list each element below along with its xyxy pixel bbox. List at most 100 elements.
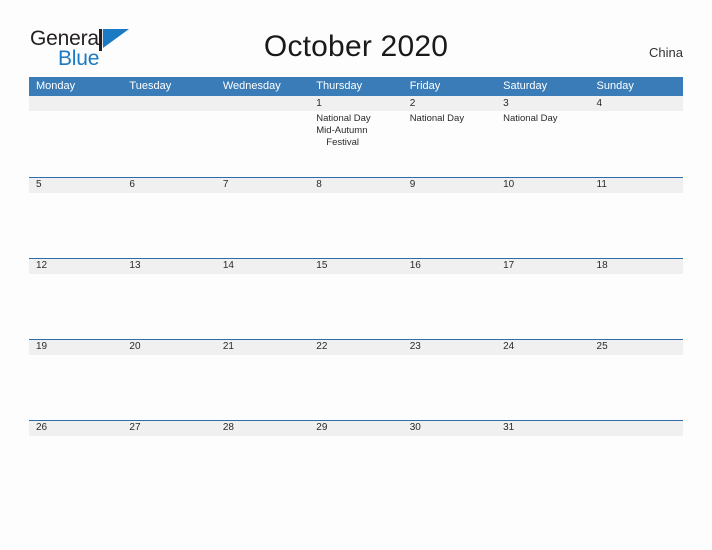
week-cells: 26 27 28 29 30 31 — [29, 420, 683, 501]
calendar-week-row: 19 20 21 22 23 24 25 — [29, 339, 683, 420]
calendar-week-row: 5 6 7 8 9 10 11 — [29, 177, 683, 258]
event-list: National Day Mid-Autumn Festival — [316, 113, 398, 149]
event-item: National Day — [316, 113, 371, 124]
day-cell-6[interactable]: 6 — [122, 177, 215, 258]
day-cell-5[interactable]: 5 — [29, 177, 122, 258]
weekday-header-saturday: Saturday — [503, 80, 548, 92]
day-cell-15[interactable]: 15 — [309, 258, 402, 339]
day-number: 7 — [222, 179, 229, 190]
day-cell-18[interactable]: 18 — [590, 258, 683, 339]
event-list: National Day — [503, 113, 585, 125]
day-number — [597, 420, 679, 436]
day-number — [129, 96, 211, 111]
day-cell-3[interactable]: 3 National Day — [496, 96, 589, 177]
day-cell-9[interactable]: 9 — [403, 177, 496, 258]
calendar-grid: Monday Tuesday Wednesday Thursday Friday Satu… — [29, 77, 683, 501]
day-number — [36, 96, 118, 111]
day-cell-empty — [590, 420, 683, 501]
day-number: 31 — [503, 422, 515, 433]
day-cell-empty — [216, 96, 309, 177]
day-number: 22 — [316, 341, 328, 352]
day-cell-22[interactable]: 22 — [309, 339, 402, 420]
day-cell-27[interactable]: 27 — [122, 420, 215, 501]
day-cell-17[interactable]: 17 — [496, 258, 589, 339]
day-cell-12[interactable]: 12 — [29, 258, 122, 339]
day-number: 8 — [316, 179, 322, 190]
day-cell-23[interactable]: 23 — [403, 339, 496, 420]
day-number: 3 — [503, 98, 509, 109]
event-list: National Day — [410, 113, 492, 125]
day-cell-2[interactable]: 2 National Day — [403, 96, 496, 177]
day-number: 23 — [409, 341, 421, 352]
country-label: China — [649, 45, 683, 60]
day-number: 15 — [316, 260, 328, 271]
day-cell-29[interactable]: 29 — [309, 420, 402, 501]
weekday-header-friday: Friday — [409, 80, 441, 92]
day-number: 28 — [222, 422, 234, 433]
day-cell-30[interactable]: 30 — [403, 420, 496, 501]
day-number: 24 — [503, 341, 515, 352]
day-number: 27 — [129, 422, 141, 433]
week-cells: 19 20 21 22 23 24 25 — [29, 339, 683, 420]
weekday-header-tuesday: Tuesday — [129, 80, 172, 92]
week-cells: 12 13 14 15 16 17 18 — [29, 258, 683, 339]
day-number: 16 — [409, 260, 421, 271]
day-cell-empty — [122, 96, 215, 177]
day-cell-21[interactable]: 21 — [216, 339, 309, 420]
day-number: 11 — [596, 179, 607, 190]
day-cell-26[interactable]: 26 — [29, 420, 122, 501]
calendar-body: 1 National Day Mid-Autumn Festival 2 Nationa… — [29, 96, 683, 501]
day-cell-1[interactable]: 1 National Day Mid-Autumn Festival — [309, 96, 402, 177]
day-number: 13 — [129, 260, 141, 271]
page-title: October 2020 — [263, 30, 449, 63]
calendar-page: General Blue October 2020 China Monday Tu… — [0, 0, 712, 550]
calendar-week-row: 26 27 28 29 30 31 — [29, 420, 683, 501]
day-number: 5 — [36, 179, 42, 190]
day-number: 12 — [36, 260, 48, 271]
day-number: 20 — [129, 341, 141, 352]
event-item: Mid-Autumn Festival — [316, 125, 368, 148]
day-number: 2 — [409, 98, 416, 109]
day-number: 30 — [409, 422, 421, 433]
day-cell-7[interactable]: 7 — [216, 177, 309, 258]
day-cell-19[interactable]: 19 — [29, 339, 122, 420]
day-cell-20[interactable]: 20 — [122, 339, 215, 420]
day-number: 9 — [409, 179, 416, 190]
weekday-header-monday: Monday — [36, 80, 76, 92]
calendar-week-row: 12 13 14 15 16 17 18 — [29, 258, 683, 339]
weekday-header-sunday: Sunday — [596, 80, 634, 92]
event-item: National Day — [409, 113, 465, 124]
day-number: 1 — [316, 98, 322, 109]
weekday-header-wednesday: Wednesday — [222, 80, 281, 92]
day-cell-25[interactable]: 25 — [590, 339, 683, 420]
day-number: 18 — [596, 260, 608, 271]
day-cell-13[interactable]: 13 — [122, 258, 215, 339]
event-item: National Day — [503, 113, 558, 124]
day-cell-empty — [29, 96, 122, 177]
weekday-header-row: Monday Tuesday Wednesday Thursday Friday Satu… — [29, 77, 683, 96]
day-cell-10[interactable]: 10 — [496, 177, 589, 258]
day-number: 4 — [596, 98, 603, 109]
week-cells: 5 6 7 8 9 10 11 — [29, 177, 683, 258]
week-cells: 1 National Day Mid-Autumn Festival 2 Nationa… — [29, 96, 683, 177]
day-cell-8[interactable]: 8 — [309, 177, 402, 258]
day-number: 25 — [596, 341, 608, 352]
page-header: General Blue October 2020 China — [0, 0, 712, 74]
day-cell-31[interactable]: 31 — [496, 420, 589, 501]
weekday-header-thursday: Thursday — [316, 80, 363, 92]
day-cell-28[interactable]: 28 — [216, 420, 309, 501]
day-cell-14[interactable]: 14 — [216, 258, 309, 339]
day-number: 10 — [503, 179, 515, 190]
day-number: 17 — [503, 260, 515, 271]
day-cell-4[interactable]: 4 — [590, 96, 683, 177]
day-number — [223, 96, 305, 111]
day-cell-11[interactable]: 11 — [590, 177, 683, 258]
day-number: 29 — [316, 422, 328, 433]
day-cell-16[interactable]: 16 — [403, 258, 496, 339]
day-number: 19 — [36, 341, 48, 352]
day-number: 21 — [222, 341, 234, 352]
day-number: 26 — [36, 422, 48, 433]
day-number: 6 — [129, 179, 135, 190]
day-number: 14 — [222, 260, 234, 271]
day-cell-24[interactable]: 24 — [496, 339, 589, 420]
